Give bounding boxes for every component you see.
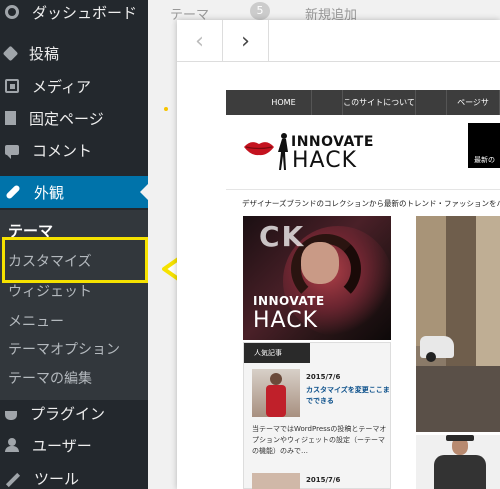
header-banner: 最新の (468, 123, 500, 168)
users-icon (5, 438, 19, 452)
previous-theme-button[interactable]: ‹ (177, 20, 223, 62)
appearance-icon (5, 184, 21, 200)
menu-item-label: ユーザー (32, 436, 92, 455)
theme-screenshot: HOME このサイトについて ページサ INNOVATE HACK 最新の デザ… (226, 90, 500, 489)
model-body (434, 455, 486, 489)
background-page-tabs: テーマ 5 新規追加 (160, 0, 500, 23)
theme-preview-modal: ‹ › HOME このサイトについて ページサ INNOVATE HACK 最新… (177, 20, 500, 489)
lips-logo-icon (244, 142, 274, 156)
hero-model-face (301, 242, 339, 284)
submenu-item-widgets[interactable]: ウィジェット (8, 281, 92, 301)
tools-icon (5, 472, 21, 488)
site-tagline: デザイナーズブランドのコレクションから最新のトレンド・ファッションをハッキング (242, 199, 500, 208)
menu-item-pages[interactable]: 固定ページ (0, 102, 148, 134)
menu-item-label: 外観 (34, 183, 65, 202)
site-nav-home: HOME (256, 90, 312, 115)
site-logo-line2: HACK (292, 148, 357, 173)
street-photo (416, 216, 500, 432)
post-thumbnail (252, 473, 300, 489)
menu-item-users[interactable]: ユーザー (0, 429, 148, 461)
next-theme-button[interactable]: › (223, 20, 269, 62)
menu-item-label: 投稿 (29, 44, 60, 63)
menu-item-label: ダッシュボード (32, 3, 138, 22)
modal-toolbar: ‹ › (177, 20, 500, 62)
silhouette-logo-icon (278, 133, 288, 170)
submenu-item-theme-options[interactable]: テーマオプション (8, 339, 120, 359)
model-photo (416, 435, 500, 489)
car (420, 336, 454, 362)
site-nav-about: このサイトについて (342, 90, 416, 115)
site-header: INNOVATE HACK 最新の (226, 115, 500, 190)
pin-icon (2, 45, 19, 61)
plugins-icon (5, 410, 17, 420)
popular-posts-label: 人気記事 (244, 343, 310, 363)
menu-item-appearance[interactable]: 外観 (0, 176, 148, 208)
menu-item-media[interactable]: メディア (0, 70, 148, 102)
dashboard-icon (5, 5, 19, 19)
menu-item-plugins[interactable]: プラグイン (0, 397, 148, 429)
customize-highlight-box (2, 237, 148, 283)
menu-item-label: 固定ページ (29, 109, 104, 128)
media-icon (5, 79, 19, 93)
popular-posts-widget: 人気記事 2015/7/6 カスタマイズを変更ここまでできる 当テーマではWor… (243, 342, 391, 489)
submenu-item-menus[interactable]: メニュー (8, 311, 64, 331)
post-excerpt: 当テーマではWordPressの投稿とテーマオプションやウィジェットの設定（ーテ… (252, 425, 387, 455)
model-hat (446, 435, 474, 441)
post-date: 2015/7/6 (306, 476, 341, 484)
hero-image: CK INNOVATE HACK (243, 216, 391, 340)
building (476, 216, 500, 376)
hero-overlay-text: CK (259, 220, 306, 253)
theme-count-badge: 5 (250, 2, 270, 20)
background-dot (164, 107, 168, 111)
site-nav-bar: HOME このサイトについて ページサ (226, 90, 500, 115)
menu-item-comments[interactable]: コメント (0, 134, 148, 166)
menu-item-tools[interactable]: ツール (0, 462, 148, 489)
site-nav-sitemap: ページサ (446, 90, 500, 115)
post-title: カスタマイズを変更ここまでできる (306, 386, 390, 405)
menu-item-label: ツール (34, 469, 80, 488)
pages-icon (5, 111, 16, 125)
menu-item-posts[interactable]: 投稿 (0, 37, 148, 69)
hero-title-line1: INNOVATE (253, 294, 325, 308)
comments-icon (5, 145, 19, 159)
hero-title-line2: HACK (253, 308, 318, 333)
building (416, 216, 446, 346)
menu-item-dashboard[interactable]: ダッシュボード (0, 0, 148, 28)
street (416, 366, 500, 432)
post-thumbnail (252, 369, 300, 417)
submenu-item-theme-editor[interactable]: テーマの編集 (8, 368, 92, 388)
menu-item-label: プラグイン (30, 404, 106, 423)
post-date: 2015/7/6 (306, 373, 341, 381)
menu-item-label: コメント (32, 141, 93, 160)
menu-item-label: メディア (32, 77, 91, 96)
